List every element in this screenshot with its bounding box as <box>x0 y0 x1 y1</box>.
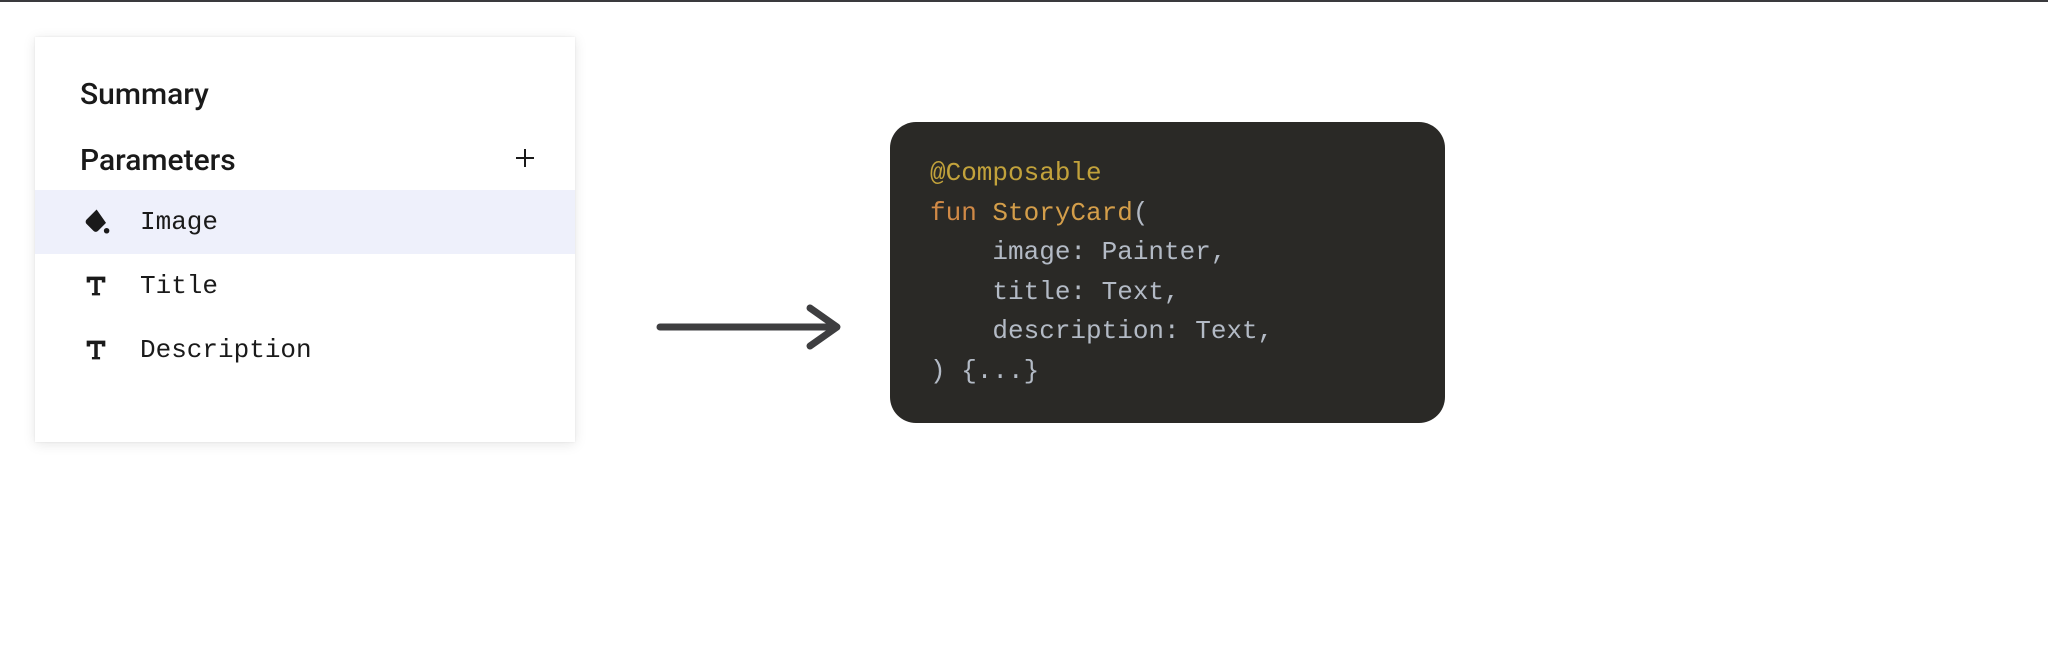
code-block: @Composable fun StoryCard( image: Painte… <box>890 122 1445 423</box>
code-line: @Composable <box>930 154 1405 194</box>
arrow-right-icon <box>655 302 845 352</box>
add-parameter-button[interactable] <box>505 140 545 180</box>
code-line: image: Painter, <box>930 233 1405 273</box>
parameter-label: Title <box>140 271 218 301</box>
parameter-label: Description <box>140 335 312 365</box>
properties-panel: Summary Parameters Image Titl <box>35 37 575 442</box>
text-icon <box>80 334 112 366</box>
code-line: fun StoryCard( <box>930 194 1405 234</box>
parameter-row-image[interactable]: Image <box>35 190 575 254</box>
parameters-header: Parameters <box>35 140 575 180</box>
paint-bucket-icon <box>80 206 112 238</box>
code-line: description: Text, <box>930 312 1405 352</box>
text-icon <box>80 270 112 302</box>
summary-heading: Summary <box>35 77 575 112</box>
annotation-token: @Composable <box>930 158 1102 188</box>
parameters-heading: Parameters <box>80 143 236 178</box>
function-name-token: StoryCard <box>992 198 1132 228</box>
parameter-row-description[interactable]: Description <box>35 318 575 382</box>
parameter-row-title[interactable]: Title <box>35 254 575 318</box>
plus-icon <box>513 146 537 174</box>
code-line: title: Text, <box>930 273 1405 313</box>
parameter-label: Image <box>140 207 218 237</box>
paren-token: ( <box>1133 198 1149 228</box>
code-line: ) {...} <box>930 352 1405 392</box>
keyword-token: fun <box>930 198 977 228</box>
